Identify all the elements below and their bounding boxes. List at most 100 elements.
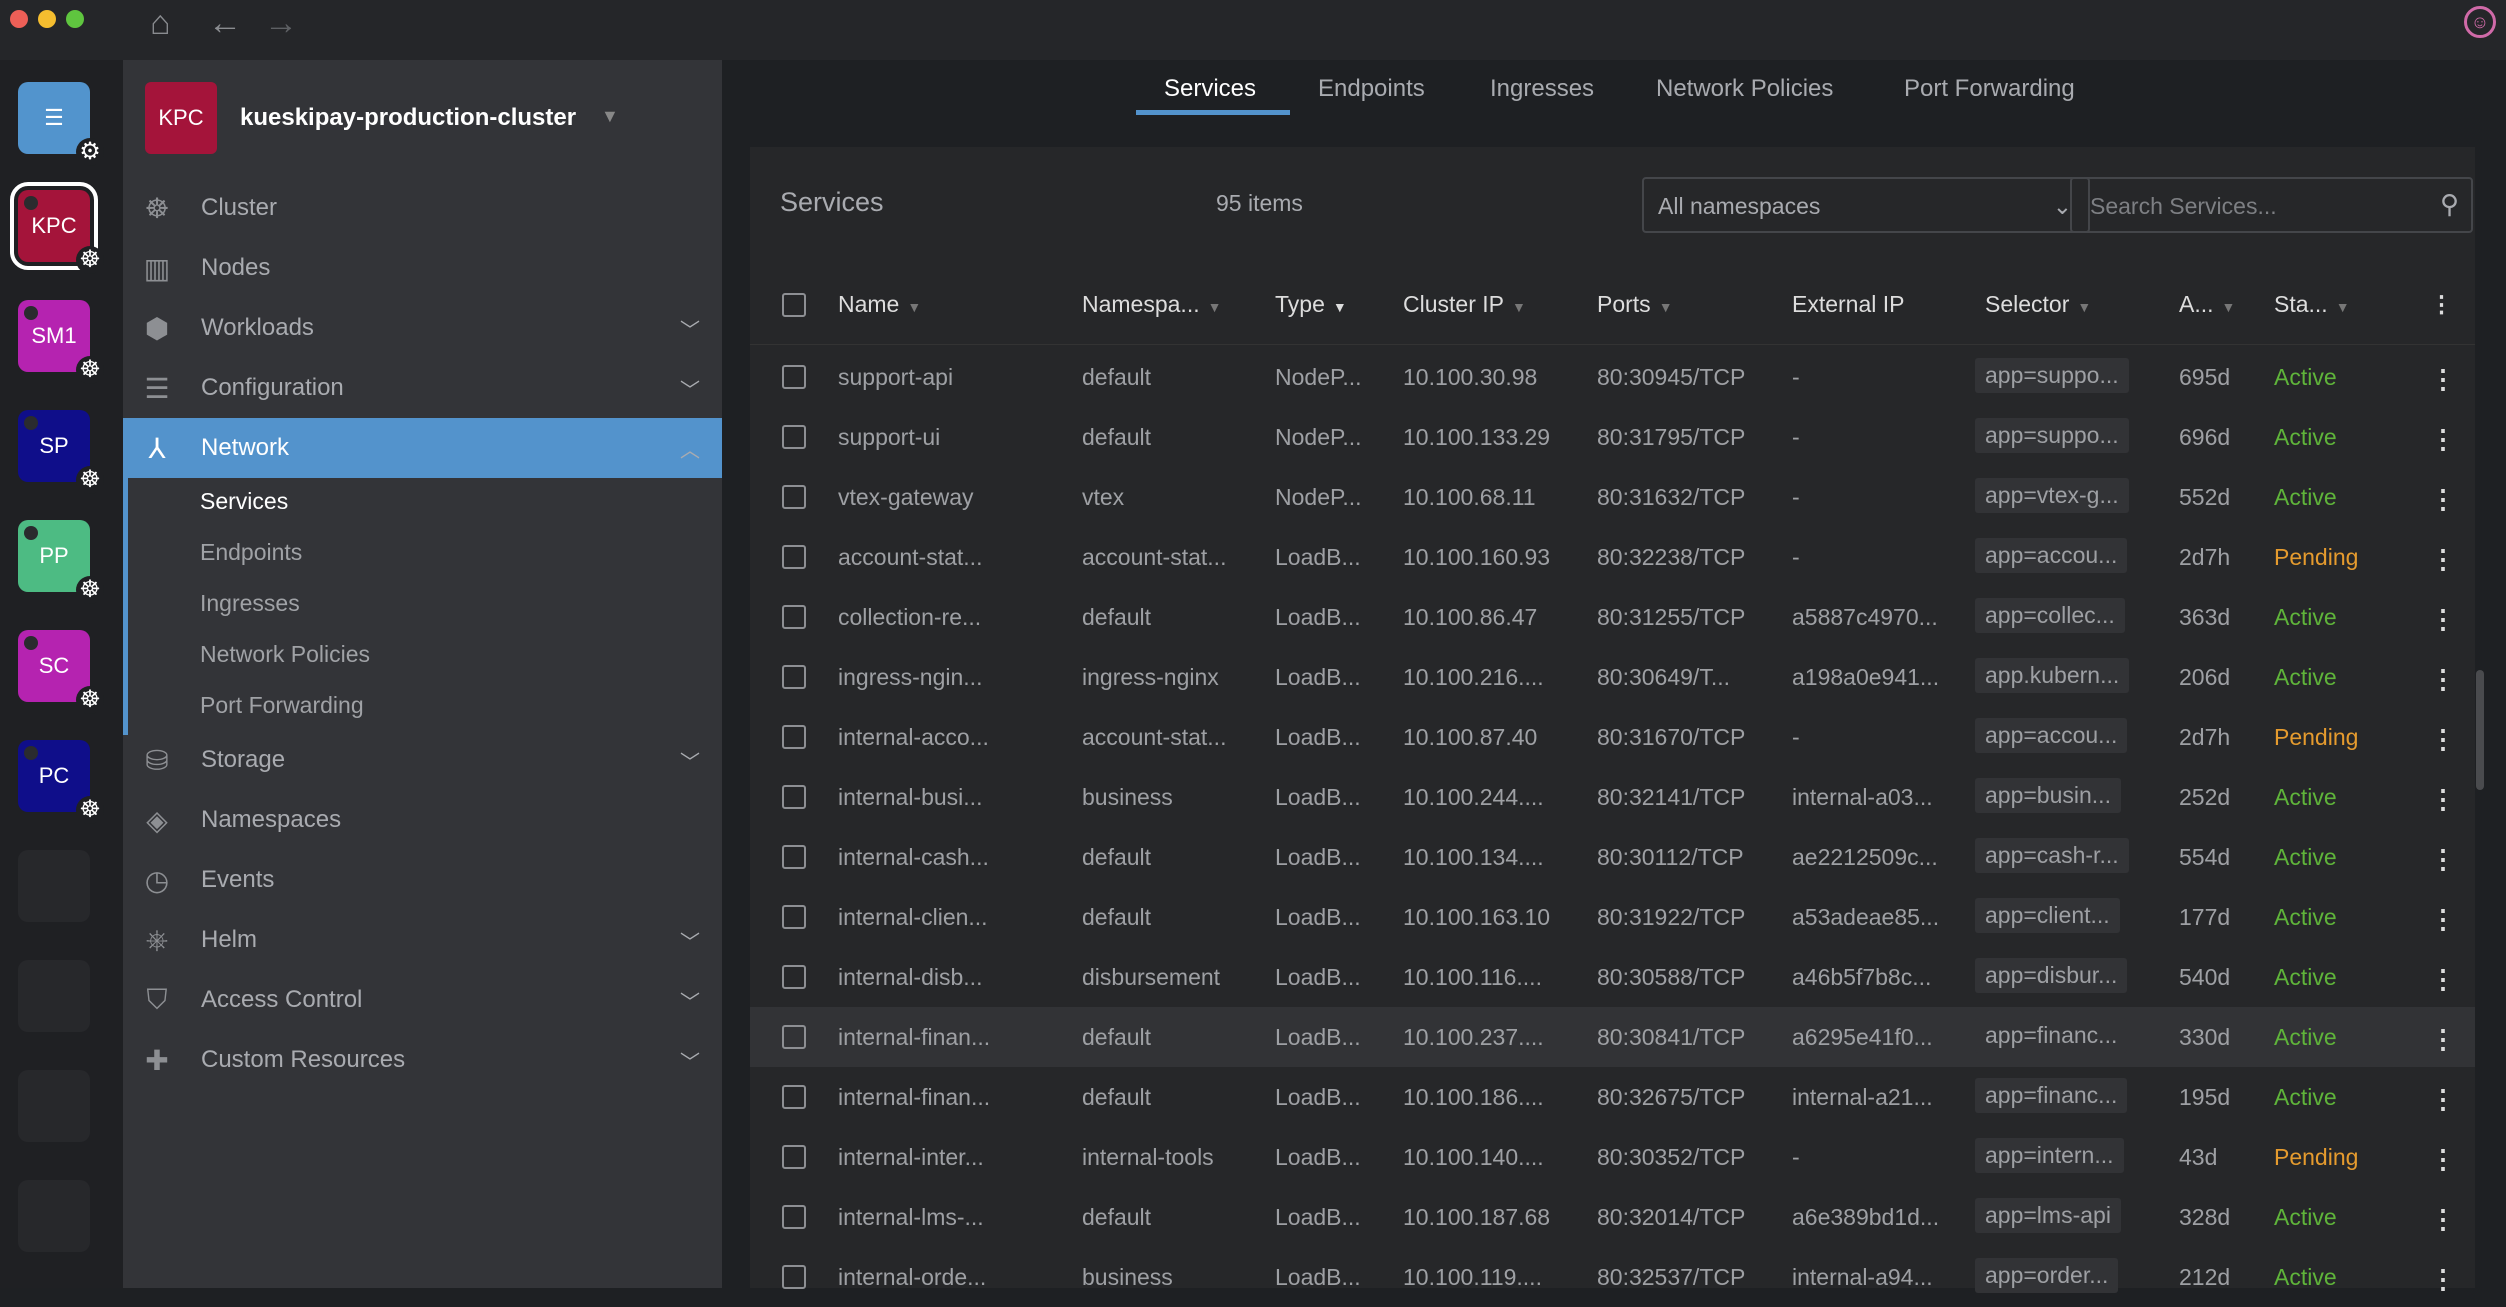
- row-checkbox[interactable]: [782, 365, 806, 389]
- table-row[interactable]: vtex-gateway vtex NodeP... 10.100.68.11 80:3…: [750, 467, 2475, 527]
- minimize-window-button[interactable]: [38, 10, 56, 28]
- chevron-up-icon[interactable]: ︿: [680, 434, 700, 463]
- row-menu-icon[interactable]: ⋮: [2430, 904, 2456, 935]
- cluster-name[interactable]: kueskipay-production-cluster: [240, 104, 576, 132]
- row-checkbox[interactable]: [782, 785, 806, 809]
- name-cell[interactable]: internal-clien...: [838, 904, 988, 931]
- column-header[interactable]: Name ▼: [838, 291, 921, 318]
- chevron-down-icon[interactable]: ﹀: [680, 374, 700, 403]
- table-row[interactable]: internal-clien... default LoadB... 10.100.1…: [750, 887, 2475, 947]
- chevron-down-icon[interactable]: ﹀: [680, 746, 700, 775]
- sidebar-item-custom-resources[interactable]: ✚ Custom Resources ﹀: [123, 1030, 722, 1090]
- scrollbar[interactable]: [2476, 670, 2484, 790]
- row-menu-icon[interactable]: ⋮: [2430, 844, 2456, 875]
- table-row[interactable]: account-stat... account-stat... LoadB... 10…: [750, 527, 2475, 587]
- row-checkbox[interactable]: [782, 1085, 806, 1109]
- row-menu-icon[interactable]: ⋮: [2430, 964, 2456, 995]
- row-checkbox[interactable]: [782, 1265, 806, 1289]
- sidebar-item-helm[interactable]: ⎈ Helm ﹀: [123, 910, 722, 970]
- sort-icon[interactable]: ▼: [1208, 299, 1222, 315]
- sidebar-item-namespaces[interactable]: ◈ Namespaces: [123, 790, 722, 850]
- sort-icon[interactable]: ▼: [1333, 299, 1347, 315]
- table-row[interactable]: internal-acco... account-stat... LoadB... 1…: [750, 707, 2475, 767]
- tab-network-policies[interactable]: Network Policies: [1656, 75, 1833, 103]
- search-input[interactable]: Search Services... ⚲: [2070, 177, 2473, 233]
- chevron-down-icon[interactable]: ﹀: [680, 1046, 700, 1075]
- cluster-icon-catalog[interactable]: ☰ ⚙: [18, 82, 104, 166]
- sidebar-item-network[interactable]: ⅄ Network ︿: [123, 418, 722, 478]
- table-row[interactable]: internal-disb... disbursement LoadB... 10.1…: [750, 947, 2475, 1007]
- sort-icon[interactable]: ▼: [2336, 299, 2350, 315]
- row-menu-icon[interactable]: ⋮: [2430, 724, 2456, 755]
- column-header[interactable]: Ports ▼: [1597, 291, 1673, 318]
- row-menu-icon[interactable]: ⋮: [2430, 1084, 2456, 1115]
- row-checkbox[interactable]: [782, 1145, 806, 1169]
- tab-ingresses[interactable]: Ingresses: [1490, 75, 1594, 103]
- name-cell[interactable]: internal-orde...: [838, 1264, 986, 1291]
- name-cell[interactable]: account-stat...: [838, 544, 982, 571]
- close-window-button[interactable]: [10, 10, 28, 28]
- namespace-select[interactable]: All namespaces ⌄: [1642, 177, 2090, 233]
- column-header[interactable]: Type ▼: [1275, 291, 1347, 318]
- name-cell[interactable]: ingress-ngin...: [838, 664, 982, 691]
- column-header[interactable]: A... ▼: [2179, 291, 2235, 318]
- chevron-down-icon[interactable]: ﹀: [680, 926, 700, 955]
- table-row[interactable]: internal-finan... default LoadB... 10.100.1…: [750, 1067, 2475, 1127]
- row-menu-icon[interactable]: ⋮: [2430, 1204, 2456, 1235]
- name-cell[interactable]: internal-disb...: [838, 964, 982, 991]
- table-row[interactable]: support-ui default NodeP... 10.100.133.29 80…: [750, 407, 2475, 467]
- name-cell[interactable]: internal-lms-...: [838, 1204, 984, 1231]
- sidebar-item-cluster[interactable]: ☸ Cluster: [123, 178, 722, 238]
- table-row[interactable]: collection-re... default LoadB... 10.100.86…: [750, 587, 2475, 647]
- tab-port-forwarding[interactable]: Port Forwarding: [1904, 75, 2075, 103]
- column-header[interactable]: Selector ▼: [1985, 291, 2091, 318]
- name-cell[interactable]: internal-finan...: [838, 1084, 990, 1111]
- table-row[interactable]: support-api default NodeP... 10.100.30.98 80…: [750, 347, 2475, 407]
- row-menu-icon[interactable]: ⋮: [2430, 664, 2456, 695]
- user-avatar-icon[interactable]: ☺: [2464, 6, 2496, 38]
- sidebar-item-nodes[interactable]: ▥ Nodes: [123, 238, 722, 298]
- sort-icon[interactable]: ▼: [907, 299, 921, 315]
- sort-icon[interactable]: ▼: [2077, 299, 2091, 315]
- row-checkbox[interactable]: [782, 425, 806, 449]
- row-menu-icon[interactable]: ⋮: [2430, 424, 2456, 455]
- sidebar-item-access-control[interactable]: ⛉ Access Control ﹀: [123, 970, 722, 1030]
- table-row[interactable]: ingress-ngin... ingress-nginx LoadB... 10.1…: [750, 647, 2475, 707]
- cluster-icon-kpc[interactable]: KPC ☸: [10, 182, 104, 274]
- row-checkbox[interactable]: [782, 1025, 806, 1049]
- row-checkbox[interactable]: [782, 605, 806, 629]
- row-checkbox[interactable]: [782, 545, 806, 569]
- sidebar-subitem-ingresses[interactable]: Ingresses: [200, 590, 300, 617]
- row-checkbox[interactable]: [782, 845, 806, 869]
- row-menu-icon[interactable]: ⋮: [2430, 1024, 2456, 1055]
- table-row[interactable]: internal-cash... default LoadB... 10.100.13…: [750, 827, 2475, 887]
- row-menu-icon[interactable]: ⋮: [2430, 364, 2456, 395]
- row-menu-icon[interactable]: ⋮: [2430, 484, 2456, 515]
- home-icon[interactable]: ⌂: [150, 4, 171, 43]
- column-menu-icon[interactable]: ⋮: [2430, 291, 2453, 318]
- table-row[interactable]: internal-lms-... default LoadB... 10.100.18…: [750, 1187, 2475, 1247]
- column-header[interactable]: Cluster IP ▼: [1403, 291, 1526, 318]
- sort-icon[interactable]: ▼: [1659, 299, 1673, 315]
- row-checkbox[interactable]: [782, 485, 806, 509]
- table-row[interactable]: internal-finan... default LoadB... 10.100.2…: [750, 1007, 2475, 1067]
- name-cell[interactable]: internal-cash...: [838, 844, 989, 871]
- cluster-icon-sm1[interactable]: SM1 ☸: [18, 300, 104, 384]
- cluster-icon-pp[interactable]: PP ☸: [18, 520, 104, 604]
- column-header[interactable]: External IP: [1792, 291, 1905, 318]
- sidebar-subitem-endpoints[interactable]: Endpoints: [200, 539, 302, 566]
- sidebar-subitem-port-forwarding[interactable]: Port Forwarding: [200, 692, 364, 719]
- name-cell[interactable]: internal-busi...: [838, 784, 982, 811]
- table-row[interactable]: internal-busi... business LoadB... 10.100.2…: [750, 767, 2475, 827]
- sidebar-item-configuration[interactable]: ☰ Configuration ﹀: [123, 358, 722, 418]
- table-row[interactable]: internal-orde... business LoadB... 10.100.1…: [750, 1247, 2475, 1307]
- sidebar-subitem-services[interactable]: Services: [200, 488, 288, 515]
- cluster-icon-sp[interactable]: SP ☸: [18, 410, 104, 494]
- cluster-icon-pc[interactable]: PC ☸: [18, 740, 104, 824]
- name-cell[interactable]: support-ui: [838, 424, 940, 451]
- table-row[interactable]: internal-inter... internal-tools LoadB... 1…: [750, 1127, 2475, 1187]
- sidebar-item-events[interactable]: ◷ Events: [123, 850, 722, 910]
- arrow-left-icon[interactable]: ←: [208, 4, 242, 43]
- sidebar-item-storage[interactable]: ⛁ Storage ﹀: [123, 730, 722, 790]
- name-cell[interactable]: internal-inter...: [838, 1144, 984, 1171]
